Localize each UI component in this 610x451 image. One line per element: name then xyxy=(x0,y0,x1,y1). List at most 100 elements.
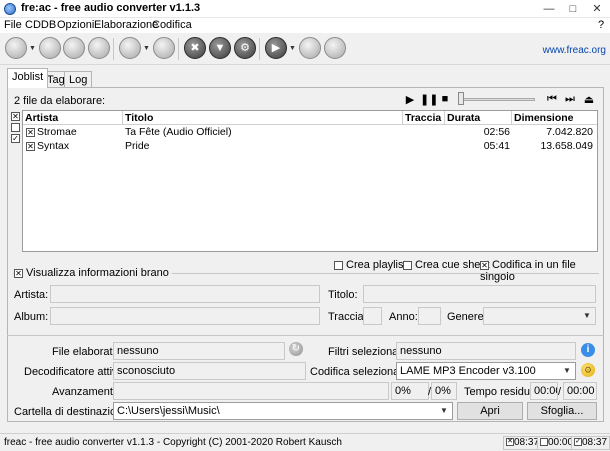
encoder-select[interactable]: LAME MP3 Encoder v3.100 ▼ xyxy=(396,362,576,380)
pause-icon[interactable]: ❚❚ xyxy=(420,93,438,106)
destination-select[interactable]: C:\Users\jessi\Music\ ▼ xyxy=(113,402,453,420)
table-row[interactable]: ✕ Syntax Pride 05:41 13.658.049 xyxy=(23,139,597,153)
genre-select[interactable]: ▼ xyxy=(483,307,596,325)
create-playlist-checkbox[interactable] xyxy=(334,260,343,270)
column-artista[interactable]: Artista xyxy=(23,111,123,125)
seek-handle[interactable] xyxy=(458,92,464,105)
eject-icon[interactable]: ⏏ xyxy=(582,93,596,106)
website-link[interactable]: www.freac.org xyxy=(543,45,606,56)
next-track-icon[interactable]: ⏭ xyxy=(563,93,577,106)
joblist-table: Artista Titolo Traccia Durata Dimensione… xyxy=(22,110,598,252)
chevron-down-icon[interactable]: ▼ xyxy=(580,309,594,323)
stop-icon[interactable] xyxy=(324,37,346,59)
cddb-dropdown-icon[interactable]: ▼ xyxy=(143,45,150,52)
toolbar-separator xyxy=(259,38,260,60)
cell-size: 13.658.049 xyxy=(540,140,593,152)
close-icon[interactable]: ✕ xyxy=(586,0,608,18)
remove-icon[interactable] xyxy=(63,37,85,59)
column-titolo[interactable]: Titolo xyxy=(123,111,403,125)
add-cd-icon[interactable] xyxy=(39,37,61,59)
destination-value: C:\Users\jessi\Music\ xyxy=(117,405,220,417)
track-label: Traccia: xyxy=(328,311,367,323)
create-cue-checkbox[interactable] xyxy=(403,260,412,270)
menu-bar: File CDDB Opzioni Elaborazione Codifica … xyxy=(0,18,610,33)
play-icon[interactable]: ▶ xyxy=(403,93,417,106)
menu-file[interactable]: File xyxy=(4,19,22,31)
cell-artist: Syntax xyxy=(37,140,70,152)
filter-icon[interactable]: ▼ xyxy=(209,37,231,59)
stop-icon[interactable]: ■ xyxy=(438,93,452,105)
start-encoding-icon[interactable]: ▶ xyxy=(265,37,287,59)
pause-icon[interactable] xyxy=(299,37,321,59)
info-icon[interactable]: i xyxy=(581,343,595,357)
title-field[interactable] xyxy=(363,285,596,303)
cell-duration: 05:41 xyxy=(483,140,510,152)
cddb-query-icon[interactable] xyxy=(119,37,141,59)
column-durata[interactable]: Durata xyxy=(445,111,512,125)
artist-field[interactable] xyxy=(50,285,320,303)
maximize-icon[interactable]: □ xyxy=(562,0,584,18)
track-info-label: Visualizza informazioni brano xyxy=(26,267,169,279)
encoder-settings-icon[interactable]: ⚙ xyxy=(581,363,595,377)
tab-joblist[interactable]: Joblist xyxy=(7,68,49,88)
single-file-checkbox[interactable]: ✕ xyxy=(480,260,489,270)
gear-icon[interactable]: ⚙ xyxy=(234,37,256,59)
select-all-checkbox[interactable]: ✕ xyxy=(11,112,20,121)
time-separator: / xyxy=(558,386,562,398)
album-field[interactable] xyxy=(50,307,320,325)
decoder-label: Decodificatore attivo: xyxy=(24,366,127,378)
year-label: Anno: xyxy=(389,311,418,323)
title-label: Titolo: xyxy=(328,289,358,301)
cell-duration: 02:56 xyxy=(483,126,510,138)
processed-file-label: File elaborato: xyxy=(52,346,122,358)
track-info-toggle[interactable]: ✕ Visualizza informazioni brano xyxy=(14,267,172,279)
track-info-checkbox[interactable]: ✕ xyxy=(14,268,23,278)
progress-percent-2: 0% xyxy=(431,382,457,400)
start-dropdown-icon[interactable]: ▼ xyxy=(289,45,296,52)
window-title: fre:ac - free audio converter v1.1.3 xyxy=(21,2,201,14)
chevron-down-icon[interactable]: ▼ xyxy=(560,364,574,378)
minimize-icon[interactable]: — xyxy=(538,0,560,18)
select-none-checkbox[interactable] xyxy=(11,123,20,132)
add-dropdown-icon[interactable]: ▼ xyxy=(29,45,36,52)
settings-icon[interactable]: ✖ xyxy=(184,37,206,59)
menu-elaborazione[interactable]: Elaborazione xyxy=(94,19,158,31)
add-files-icon[interactable] xyxy=(5,37,27,59)
artist-label: Artista: xyxy=(14,289,49,301)
cell-track xyxy=(403,139,407,141)
table-row[interactable]: ✕ Stromae Ta Fête (Audio Officiel) 02:56… xyxy=(23,125,597,139)
toggle-selection-checkbox[interactable]: ✓ xyxy=(11,134,20,143)
toolbar-separator xyxy=(178,38,179,60)
open-folder-button[interactable]: Apri xyxy=(457,402,523,420)
create-playlist-option[interactable]: Crea playlist xyxy=(334,259,407,271)
files-count-label: 2 file da elaborare: xyxy=(14,95,106,107)
status-time-3: ✓08:37 xyxy=(571,436,610,450)
copyright-text: freac - free audio converter v1.1.3 - Co… xyxy=(4,437,342,448)
cell-artist: Stromae xyxy=(37,126,77,138)
menu-cddb[interactable]: CDDB xyxy=(25,19,56,31)
clear-list-icon[interactable] xyxy=(88,37,110,59)
refresh-icon[interactable]: ↻ xyxy=(289,342,303,356)
menu-opzioni[interactable]: Opzioni xyxy=(57,19,94,31)
progress-label: Avanzamento: xyxy=(52,386,123,398)
filters-field: nessuno xyxy=(396,342,576,360)
track-field[interactable] xyxy=(363,307,382,325)
column-traccia[interactable]: Traccia xyxy=(403,111,445,125)
create-cue-option[interactable]: Crea cue sheet xyxy=(403,259,490,271)
cddb-submit-icon[interactable] xyxy=(153,37,175,59)
browse-button[interactable]: Sfoglia... xyxy=(527,402,597,420)
remaining-time-1: 00:00 xyxy=(530,382,558,400)
chevron-down-icon[interactable]: ▼ xyxy=(437,404,451,418)
remaining-label: Tempo residuo: xyxy=(464,386,540,398)
seek-slider[interactable] xyxy=(463,98,535,101)
tab-log[interactable]: Log xyxy=(64,71,93,88)
column-dimensione[interactable]: Dimensione xyxy=(512,111,597,125)
year-field[interactable] xyxy=(418,307,441,325)
menu-codifica[interactable]: Codifica xyxy=(152,19,192,31)
previous-track-icon[interactable]: ⏮ xyxy=(545,93,559,106)
menu-help[interactable]: ? xyxy=(598,19,604,31)
row-checkbox[interactable]: ✕ xyxy=(26,128,35,137)
row-checkbox[interactable]: ✕ xyxy=(26,142,35,151)
cell-title: Pride xyxy=(125,140,150,152)
toolbar: ▼ ▼ ✖ ▼ ⚙ ▶ ▼ www.freac.org xyxy=(0,33,610,65)
